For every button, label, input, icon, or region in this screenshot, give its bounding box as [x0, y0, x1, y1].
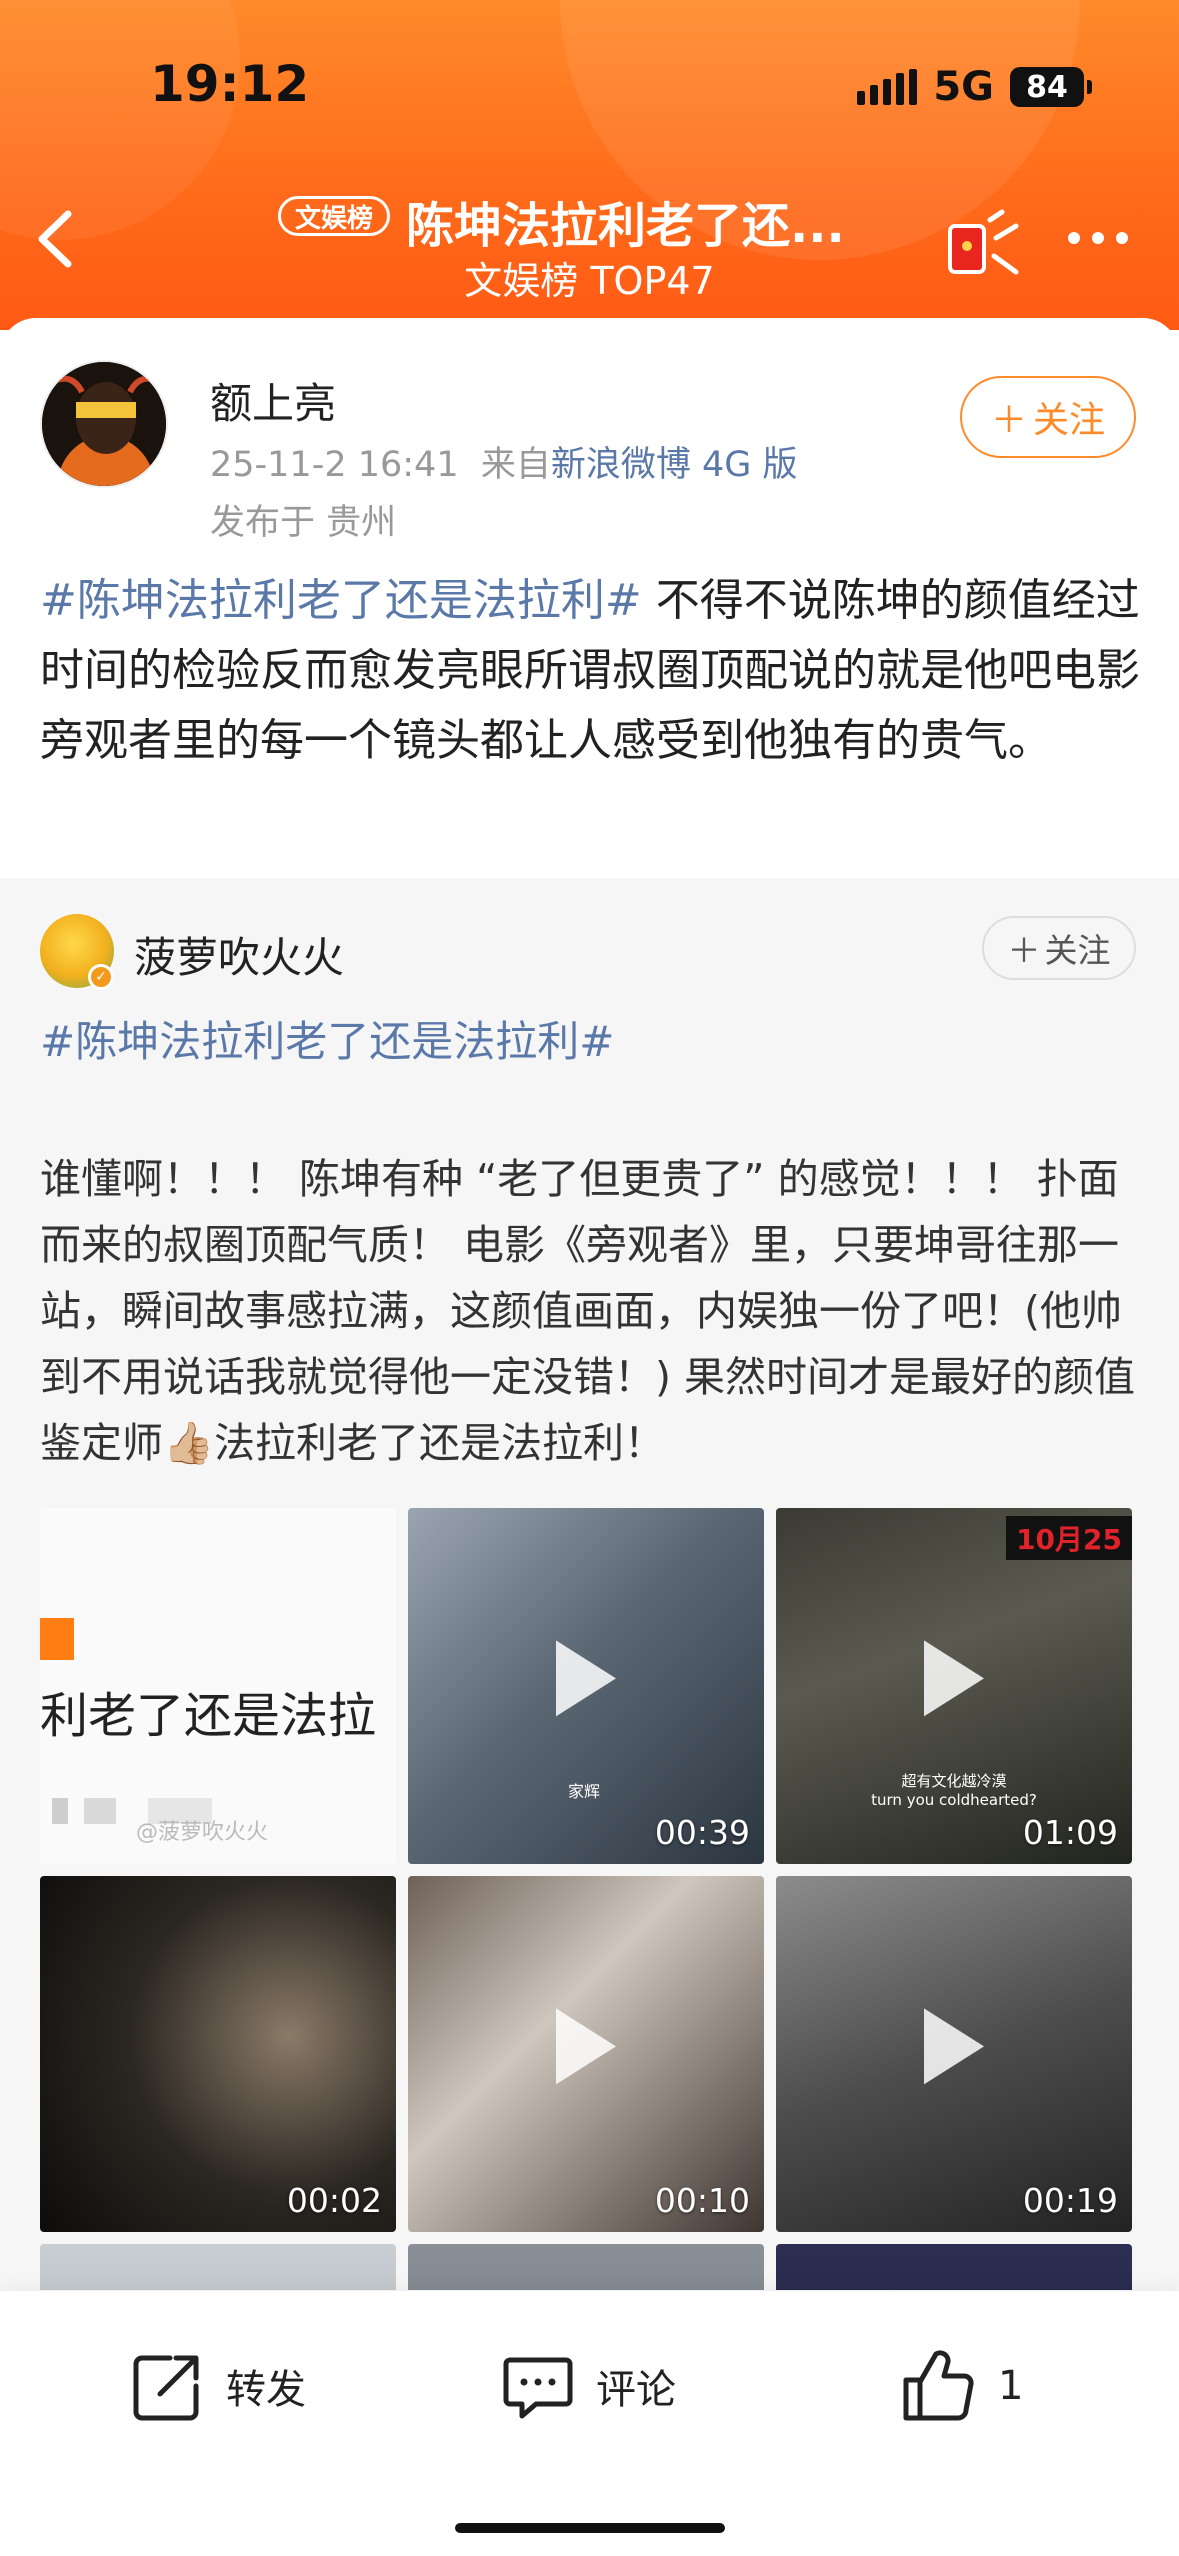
header-decoration: [0, 0, 240, 240]
status-indicators: 5G 84: [857, 64, 1092, 110]
video-thumbnail[interactable]: 00:10: [408, 1876, 764, 2232]
verified-icon: ✓: [88, 964, 114, 990]
dot-icon: [1116, 232, 1128, 244]
play-icon: [924, 2008, 984, 2085]
like-button[interactable]: 1: [898, 2341, 1023, 2431]
play-icon: [556, 2008, 616, 2085]
bottom-action-bar: 转发 评论 1: [0, 2290, 1179, 2556]
follow-label: 关注: [1033, 400, 1106, 441]
hashtag-link[interactable]: #陈坤法拉利老了还是法拉利#: [40, 1008, 614, 1069]
play-icon: [924, 1640, 984, 1717]
image-thumbnail[interactable]: 利老了还是法拉 @菠萝吹火火: [40, 1508, 396, 1864]
video-subtitle-en: turn you coldhearted?: [871, 1791, 1037, 1809]
page-title: 陈坤法拉利老了还...: [406, 198, 845, 254]
post-time: 25-11-2 16:41: [210, 445, 459, 485]
image-watermark: @菠萝吹火火: [136, 1820, 269, 1845]
repost-text: 谁懂啊！！！ 陈坤有种 “老了但更贵了” 的感觉！！！ 扑面而来的叔圈顶配气质！…: [40, 1155, 1136, 1467]
follow-button[interactable]: ＋关注: [960, 376, 1136, 458]
share-button[interactable]: 转发: [130, 2341, 306, 2431]
follow-button[interactable]: ＋关注: [982, 916, 1136, 980]
category-badge: 文娱榜: [278, 196, 391, 236]
thumbs-up-icon: [903, 2350, 974, 2421]
post-card: 额上亮 25-11-2 16:41 来自新浪微博 4G 版 发布于 贵州 ＋关注…: [0, 318, 1179, 878]
post-source[interactable]: 新浪微博 4G 版: [551, 445, 798, 485]
post-text: #陈坤法拉利老了还是法拉利# 不得不说陈坤的颜值经过时间的检验反而愈发亮眼所谓叔…: [40, 566, 1140, 776]
video-thumbnail[interactable]: 00:19: [776, 1876, 1132, 2232]
dot-icon: [1068, 232, 1080, 244]
play-icon: [556, 1640, 616, 1717]
top-header: 19:12 5G 84 文娱榜 陈坤法拉利老了还... 文娱榜 TOP47: [0, 0, 1179, 330]
reposted-content[interactable]: ✓ 菠萝吹火火 ＋关注 #陈坤法拉利老了还是法拉利# 谁懂啊！！！ 陈坤有种 “…: [0, 878, 1179, 2298]
avatar[interactable]: [40, 360, 168, 488]
more-button[interactable]: [1068, 232, 1128, 244]
media-grid: 利老了还是法拉 @菠萝吹火火 家辉 00:39 10月25 超有文化越冷漠 tu…: [40, 1508, 1140, 2298]
hashtag-link[interactable]: #陈坤法拉利老了还是法拉利#: [40, 575, 642, 626]
share-icon: [133, 2355, 199, 2421]
signal-icon: [857, 69, 918, 105]
comment-label: 评论: [596, 2367, 676, 2413]
red-packet-icon: [948, 209, 1019, 275]
video-thumbnail[interactable]: 家辉 00:39: [408, 1508, 764, 1864]
like-count: 1: [998, 2363, 1024, 2409]
video-subtitle: 超有文化越冷漠 turn you coldhearted?: [776, 1770, 1132, 1809]
video-caption: 家辉: [568, 1782, 601, 1801]
video-duration: 01:09: [1022, 1813, 1118, 1852]
video-date-tag: 10月25: [1006, 1516, 1132, 1560]
source-prefix: 来自: [480, 445, 551, 485]
video-duration: 00:19: [1022, 2181, 1118, 2220]
post-location: 发布于 贵州: [210, 503, 397, 543]
image-overlay-text: 利老了还是法拉: [40, 1688, 377, 1744]
follow-label: 关注: [1044, 931, 1111, 970]
post-meta: 25-11-2 16:41 来自新浪微博 4G 版: [210, 436, 798, 487]
red-packet-button[interactable]: [946, 208, 1022, 278]
comment-icon: [503, 2357, 573, 2419]
author-name[interactable]: 菠萝吹火火: [134, 924, 344, 985]
author-name[interactable]: 额上亮: [210, 370, 336, 431]
video-subtitle-cn: 超有文化越冷漠: [901, 1772, 1007, 1790]
comment-button[interactable]: 评论: [500, 2341, 676, 2431]
status-time: 19:12: [150, 55, 310, 113]
share-label: 转发: [226, 2367, 306, 2413]
battery-icon: 84: [1010, 67, 1092, 107]
video-duration: 00:02: [286, 2181, 382, 2220]
avatar-image: [42, 362, 166, 486]
plus-icon: ＋: [990, 400, 1027, 441]
home-indicator: [455, 2523, 725, 2533]
video-duration: 00:39: [654, 1813, 750, 1852]
video-thumbnail[interactable]: 10月25 超有文化越冷漠 turn you coldhearted? 01:0…: [776, 1508, 1132, 1864]
video-duration: 00:10: [654, 2181, 750, 2220]
video-thumbnail[interactable]: 00:02: [40, 1876, 396, 2232]
plus-icon: ＋: [1007, 931, 1041, 970]
dot-icon: [1092, 232, 1104, 244]
network-type: 5G: [933, 64, 994, 110]
image-decoration: [40, 1618, 74, 1660]
